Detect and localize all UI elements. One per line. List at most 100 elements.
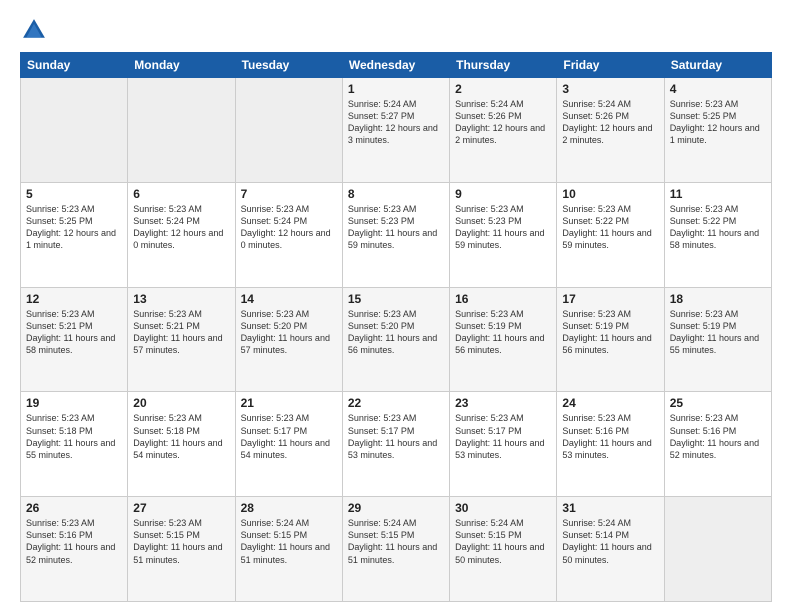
day-cell: 29 Sunrise: 5:24 AM Sunset: 5:15 PM Dayli…	[342, 497, 449, 602]
day-cell: 7 Sunrise: 5:23 AM Sunset: 5:24 PM Daylig…	[235, 182, 342, 287]
calendar: SundayMondayTuesdayWednesdayThursdayFrid…	[20, 52, 772, 602]
day-content: Sunrise: 5:24 AM Sunset: 5:15 PM Dayligh…	[348, 517, 444, 566]
weekday-header-wednesday: Wednesday	[342, 53, 449, 78]
day-cell	[21, 78, 128, 183]
day-content: Sunrise: 5:23 AM Sunset: 5:25 PM Dayligh…	[670, 98, 766, 147]
day-number: 15	[348, 292, 444, 306]
day-number: 30	[455, 501, 551, 515]
day-cell: 21Sunrise: 5:23 AM Sunset: 5:17 PM Dayli…	[235, 392, 342, 497]
day-cell: 13 Sunrise: 5:23 AM Sunset: 5:21 PM Dayli…	[128, 287, 235, 392]
day-cell: 6 Sunrise: 5:23 AM Sunset: 5:24 PM Daylig…	[128, 182, 235, 287]
day-content: Sunrise: 5:23 AM Sunset: 5:18 PM Dayligh…	[133, 412, 229, 461]
day-content: Sunrise: 5:23 AM Sunset: 5:20 PM Dayligh…	[348, 308, 444, 357]
day-cell: 1Sunrise: 5:24 AM Sunset: 5:27 PM Daylig…	[342, 78, 449, 183]
day-content: Sunrise: 5:24 AM Sunset: 5:15 PM Dayligh…	[455, 517, 551, 566]
day-content: Sunrise: 5:23 AM Sunset: 5:23 PM Dayligh…	[348, 203, 444, 252]
day-cell: 27Sunrise: 5:23 AM Sunset: 5:15 PM Dayli…	[128, 497, 235, 602]
day-number: 25	[670, 396, 766, 410]
day-content: Sunrise: 5:24 AM Sunset: 5:27 PM Dayligh…	[348, 98, 444, 147]
day-content: Sunrise: 5:23 AM Sunset: 5:16 PM Dayligh…	[670, 412, 766, 461]
day-content: Sunrise: 5:23 AM Sunset: 5:16 PM Dayligh…	[562, 412, 658, 461]
day-number: 26	[26, 501, 122, 515]
day-number: 8	[348, 187, 444, 201]
day-number: 11	[670, 187, 766, 201]
day-number: 12	[26, 292, 122, 306]
logo	[20, 16, 52, 44]
day-cell: 14 Sunrise: 5:23 AM Sunset: 5:20 PM Dayli…	[235, 287, 342, 392]
day-cell: 11 Sunrise: 5:23 AM Sunset: 5:22 PM Dayli…	[664, 182, 771, 287]
day-cell: 30 Sunrise: 5:24 AM Sunset: 5:15 PM Dayli…	[450, 497, 557, 602]
day-content: Sunrise: 5:23 AM Sunset: 5:22 PM Dayligh…	[562, 203, 658, 252]
day-cell: 12 Sunrise: 5:23 AM Sunset: 5:21 PM Dayli…	[21, 287, 128, 392]
day-number: 13	[133, 292, 229, 306]
weekday-header-tuesday: Tuesday	[235, 53, 342, 78]
day-cell: 9Sunrise: 5:23 AM Sunset: 5:23 PM Daylig…	[450, 182, 557, 287]
week-row-4: 19Sunrise: 5:23 AM Sunset: 5:18 PM Dayli…	[21, 392, 772, 497]
weekday-header-sunday: Sunday	[21, 53, 128, 78]
logo-icon	[20, 16, 48, 44]
day-content: Sunrise: 5:23 AM Sunset: 5:21 PM Dayligh…	[133, 308, 229, 357]
day-content: Sunrise: 5:23 AM Sunset: 5:20 PM Dayligh…	[241, 308, 337, 357]
day-content: Sunrise: 5:23 AM Sunset: 5:25 PM Dayligh…	[26, 203, 122, 252]
day-content: Sunrise: 5:24 AM Sunset: 5:26 PM Dayligh…	[455, 98, 551, 147]
day-cell: 17Sunrise: 5:23 AM Sunset: 5:19 PM Dayli…	[557, 287, 664, 392]
day-cell: 18Sunrise: 5:23 AM Sunset: 5:19 PM Dayli…	[664, 287, 771, 392]
day-number: 31	[562, 501, 658, 515]
day-cell: 2 Sunrise: 5:24 AM Sunset: 5:26 PM Daylig…	[450, 78, 557, 183]
day-cell: 28 Sunrise: 5:24 AM Sunset: 5:15 PM Dayli…	[235, 497, 342, 602]
day-number: 7	[241, 187, 337, 201]
day-content: Sunrise: 5:23 AM Sunset: 5:21 PM Dayligh…	[26, 308, 122, 357]
day-number: 4	[670, 82, 766, 96]
day-cell: 16 Sunrise: 5:23 AM Sunset: 5:19 PM Dayli…	[450, 287, 557, 392]
day-content: Sunrise: 5:23 AM Sunset: 5:17 PM Dayligh…	[348, 412, 444, 461]
day-number: 24	[562, 396, 658, 410]
day-cell: 23 Sunrise: 5:23 AM Sunset: 5:17 PM Dayli…	[450, 392, 557, 497]
weekday-header-monday: Monday	[128, 53, 235, 78]
weekday-header-saturday: Saturday	[664, 53, 771, 78]
day-content: Sunrise: 5:23 AM Sunset: 5:19 PM Dayligh…	[455, 308, 551, 357]
day-content: Sunrise: 5:23 AM Sunset: 5:15 PM Dayligh…	[133, 517, 229, 566]
page: SundayMondayTuesdayWednesdayThursdayFrid…	[0, 0, 792, 612]
weekday-header-thursday: Thursday	[450, 53, 557, 78]
weekday-header-friday: Friday	[557, 53, 664, 78]
day-cell	[235, 78, 342, 183]
day-content: Sunrise: 5:23 AM Sunset: 5:19 PM Dayligh…	[670, 308, 766, 357]
day-content: Sunrise: 5:23 AM Sunset: 5:19 PM Dayligh…	[562, 308, 658, 357]
day-cell: 3 Sunrise: 5:24 AM Sunset: 5:26 PM Daylig…	[557, 78, 664, 183]
day-number: 28	[241, 501, 337, 515]
day-content: Sunrise: 5:24 AM Sunset: 5:26 PM Dayligh…	[562, 98, 658, 147]
day-number: 2	[455, 82, 551, 96]
day-content: Sunrise: 5:23 AM Sunset: 5:17 PM Dayligh…	[455, 412, 551, 461]
week-row-1: 1Sunrise: 5:24 AM Sunset: 5:27 PM Daylig…	[21, 78, 772, 183]
day-content: Sunrise: 5:24 AM Sunset: 5:15 PM Dayligh…	[241, 517, 337, 566]
day-content: Sunrise: 5:23 AM Sunset: 5:24 PM Dayligh…	[241, 203, 337, 252]
week-row-2: 5 Sunrise: 5:23 AM Sunset: 5:25 PM Daylig…	[21, 182, 772, 287]
day-content: Sunrise: 5:23 AM Sunset: 5:22 PM Dayligh…	[670, 203, 766, 252]
day-content: Sunrise: 5:24 AM Sunset: 5:14 PM Dayligh…	[562, 517, 658, 566]
day-content: Sunrise: 5:23 AM Sunset: 5:17 PM Dayligh…	[241, 412, 337, 461]
day-number: 6	[133, 187, 229, 201]
day-cell: 8 Sunrise: 5:23 AM Sunset: 5:23 PM Daylig…	[342, 182, 449, 287]
day-number: 20	[133, 396, 229, 410]
day-content: Sunrise: 5:23 AM Sunset: 5:24 PM Dayligh…	[133, 203, 229, 252]
day-number: 9	[455, 187, 551, 201]
day-cell: 5 Sunrise: 5:23 AM Sunset: 5:25 PM Daylig…	[21, 182, 128, 287]
day-number: 3	[562, 82, 658, 96]
day-cell: 31 Sunrise: 5:24 AM Sunset: 5:14 PM Dayli…	[557, 497, 664, 602]
day-cell	[664, 497, 771, 602]
day-cell: 4 Sunrise: 5:23 AM Sunset: 5:25 PM Daylig…	[664, 78, 771, 183]
day-number: 29	[348, 501, 444, 515]
day-number: 23	[455, 396, 551, 410]
week-row-5: 26 Sunrise: 5:23 AM Sunset: 5:16 PM Dayli…	[21, 497, 772, 602]
day-number: 5	[26, 187, 122, 201]
week-row-3: 12 Sunrise: 5:23 AM Sunset: 5:21 PM Dayli…	[21, 287, 772, 392]
day-cell: 22Sunrise: 5:23 AM Sunset: 5:17 PM Dayli…	[342, 392, 449, 497]
day-number: 14	[241, 292, 337, 306]
day-content: Sunrise: 5:23 AM Sunset: 5:18 PM Dayligh…	[26, 412, 122, 461]
day-number: 16	[455, 292, 551, 306]
day-cell: 15 Sunrise: 5:23 AM Sunset: 5:20 PM Dayli…	[342, 287, 449, 392]
day-number: 10	[562, 187, 658, 201]
weekday-header-row: SundayMondayTuesdayWednesdayThursdayFrid…	[21, 53, 772, 78]
day-cell: 24 Sunrise: 5:23 AM Sunset: 5:16 PM Dayli…	[557, 392, 664, 497]
day-content: Sunrise: 5:23 AM Sunset: 5:16 PM Dayligh…	[26, 517, 122, 566]
